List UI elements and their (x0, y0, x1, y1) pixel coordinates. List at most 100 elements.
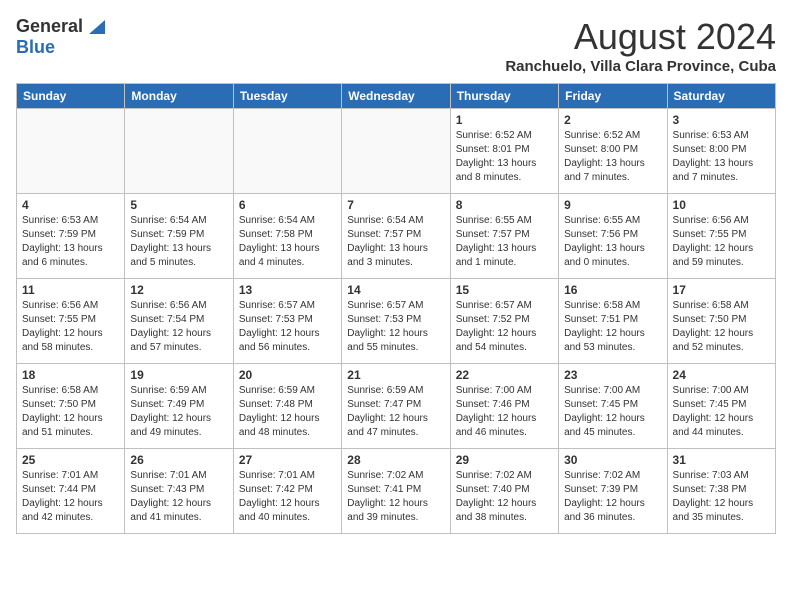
day-number: 1 (456, 113, 553, 127)
day-number: 29 (456, 453, 553, 467)
calendar-cell: 20 Sunrise: 6:59 AM Sunset: 7:48 PM Dayli… (233, 364, 341, 449)
calendar-cell (233, 109, 341, 194)
calendar-cell (17, 109, 125, 194)
calendar-cell: 25Sunrise: 7:01 AM Sunset: 7:44 PM Dayli… (17, 449, 125, 534)
day-info: Sunrise: 7:00 AM Sunset: 7:45 PM Dayligh… (564, 384, 661, 440)
day-number: 13 (239, 283, 336, 297)
calendar-day-header: Saturday (667, 84, 775, 109)
calendar-week-row: 4Sunrise: 6:53 AM Sunset: 7:59 PM Daylig… (17, 194, 776, 279)
calendar-cell: 11Sunrise: 6:56 AM Sunset: 7:55 PM Dayli… (17, 279, 125, 364)
day-number: 16 (564, 283, 661, 297)
calendar-week-row: 1 Sunrise: 6:52 AM Sunset: 8:01 PM Daylig… (17, 109, 776, 194)
day-info: Sunrise: 6:59 AM Sunset: 7:48 PM Dayligh… (239, 384, 336, 440)
day-info: Sunrise: 6:58 AM Sunset: 7:50 PM Dayligh… (673, 299, 770, 355)
day-info: Sunrise: 7:02 AM Sunset: 7:41 PM Dayligh… (347, 469, 444, 525)
calendar-header-row: SundayMondayTuesdayWednesdayThursdayFrid… (17, 84, 776, 109)
day-info: Sunrise: 6:56 AM Sunset: 7:54 PM Dayligh… (130, 299, 227, 355)
day-number: 20 (239, 368, 336, 382)
day-number: 3 (673, 113, 770, 127)
calendar-week-row: 18Sunrise: 6:58 AM Sunset: 7:50 PM Dayli… (17, 364, 776, 449)
day-number: 10 (673, 198, 770, 212)
month-title: August 2024 (505, 16, 776, 58)
day-number: 2 (564, 113, 661, 127)
calendar-day-header: Monday (125, 84, 233, 109)
calendar-cell: 7Sunrise: 6:54 AM Sunset: 7:57 PM Daylig… (342, 194, 450, 279)
day-number: 26 (130, 453, 227, 467)
calendar-cell: 2Sunrise: 6:52 AM Sunset: 8:00 PM Daylig… (559, 109, 667, 194)
calendar-cell: 13 Sunrise: 6:57 AM Sunset: 7:53 PM Dayli… (233, 279, 341, 364)
day-number: 6 (239, 198, 336, 212)
calendar-cell: 15 Sunrise: 6:57 AM Sunset: 7:52 PM Dayli… (450, 279, 558, 364)
day-number: 8 (456, 198, 553, 212)
day-info: Sunrise: 6:59 AM Sunset: 7:47 PM Dayligh… (347, 384, 444, 440)
logo: General Blue (16, 16, 105, 58)
day-number: 22 (456, 368, 553, 382)
calendar-cell: 5Sunrise: 6:54 AM Sunset: 7:59 PM Daylig… (125, 194, 233, 279)
day-number: 31 (673, 453, 770, 467)
calendar-cell: 10 Sunrise: 6:56 AM Sunset: 7:55 PM Dayli… (667, 194, 775, 279)
day-number: 4 (22, 198, 119, 212)
day-info: Sunrise: 7:02 AM Sunset: 7:40 PM Dayligh… (456, 469, 553, 525)
calendar-body: 1 Sunrise: 6:52 AM Sunset: 8:01 PM Daylig… (17, 109, 776, 534)
day-info: Sunrise: 6:53 AM Sunset: 8:00 PM Dayligh… (673, 129, 770, 185)
day-info: Sunrise: 6:56 AM Sunset: 7:55 PM Dayligh… (22, 299, 119, 355)
day-info: Sunrise: 6:54 AM Sunset: 7:58 PM Dayligh… (239, 214, 336, 270)
calendar-cell: 24 Sunrise: 7:00 AM Sunset: 7:45 PM Dayli… (667, 364, 775, 449)
calendar-cell (125, 109, 233, 194)
calendar-cell: 16 Sunrise: 6:58 AM Sunset: 7:51 PM Dayli… (559, 279, 667, 364)
calendar-cell: 18Sunrise: 6:58 AM Sunset: 7:50 PM Dayli… (17, 364, 125, 449)
day-info: Sunrise: 6:57 AM Sunset: 7:53 PM Dayligh… (239, 299, 336, 355)
logo-icon (85, 16, 105, 34)
day-info: Sunrise: 7:01 AM Sunset: 7:43 PM Dayligh… (130, 469, 227, 525)
calendar-cell: 17Sunrise: 6:58 AM Sunset: 7:50 PM Dayli… (667, 279, 775, 364)
day-number: 24 (673, 368, 770, 382)
calendar-cell: 12Sunrise: 6:56 AM Sunset: 7:54 PM Dayli… (125, 279, 233, 364)
calendar-day-header: Thursday (450, 84, 558, 109)
calendar-cell: 3 Sunrise: 6:53 AM Sunset: 8:00 PM Daylig… (667, 109, 775, 194)
calendar-cell: 21 Sunrise: 6:59 AM Sunset: 7:47 PM Dayli… (342, 364, 450, 449)
calendar-table: SundayMondayTuesdayWednesdayThursdayFrid… (16, 83, 776, 534)
logo-general-text: General (16, 16, 83, 37)
day-number: 19 (130, 368, 227, 382)
logo-blue-text: Blue (16, 37, 55, 58)
day-number: 9 (564, 198, 661, 212)
day-number: 27 (239, 453, 336, 467)
calendar-day-header: Friday (559, 84, 667, 109)
calendar-cell (342, 109, 450, 194)
calendar-cell: 29 Sunrise: 7:02 AM Sunset: 7:40 PM Dayli… (450, 449, 558, 534)
calendar-week-row: 25Sunrise: 7:01 AM Sunset: 7:44 PM Dayli… (17, 449, 776, 534)
day-number: 28 (347, 453, 444, 467)
day-number: 23 (564, 368, 661, 382)
location-title: Ranchuelo, Villa Clara Province, Cuba (505, 58, 776, 75)
day-info: Sunrise: 6:57 AM Sunset: 7:53 PM Dayligh… (347, 299, 444, 355)
day-number: 21 (347, 368, 444, 382)
day-number: 18 (22, 368, 119, 382)
calendar-cell: 30Sunrise: 7:02 AM Sunset: 7:39 PM Dayli… (559, 449, 667, 534)
calendar-cell: 28 Sunrise: 7:02 AM Sunset: 7:41 PM Dayli… (342, 449, 450, 534)
calendar-cell: 31 Sunrise: 7:03 AM Sunset: 7:38 PM Dayli… (667, 449, 775, 534)
day-number: 5 (130, 198, 227, 212)
day-number: 15 (456, 283, 553, 297)
day-info: Sunrise: 6:52 AM Sunset: 8:01 PM Dayligh… (456, 129, 553, 185)
calendar-cell: 6 Sunrise: 6:54 AM Sunset: 7:58 PM Daylig… (233, 194, 341, 279)
day-info: Sunrise: 7:00 AM Sunset: 7:45 PM Dayligh… (673, 384, 770, 440)
calendar-cell: 19Sunrise: 6:59 AM Sunset: 7:49 PM Dayli… (125, 364, 233, 449)
calendar-cell: 1 Sunrise: 6:52 AM Sunset: 8:01 PM Daylig… (450, 109, 558, 194)
day-number: 14 (347, 283, 444, 297)
day-info: Sunrise: 7:00 AM Sunset: 7:46 PM Dayligh… (456, 384, 553, 440)
day-info: Sunrise: 7:02 AM Sunset: 7:39 PM Dayligh… (564, 469, 661, 525)
page-header: General Blue August 2024 Ranchuelo, Vill… (16, 16, 776, 75)
calendar-day-header: Tuesday (233, 84, 341, 109)
day-number: 7 (347, 198, 444, 212)
day-info: Sunrise: 6:58 AM Sunset: 7:51 PM Dayligh… (564, 299, 661, 355)
calendar-cell: 9Sunrise: 6:55 AM Sunset: 7:56 PM Daylig… (559, 194, 667, 279)
day-info: Sunrise: 7:01 AM Sunset: 7:42 PM Dayligh… (239, 469, 336, 525)
calendar-cell: 22 Sunrise: 7:00 AM Sunset: 7:46 PM Dayli… (450, 364, 558, 449)
calendar-day-header: Sunday (17, 84, 125, 109)
day-info: Sunrise: 7:03 AM Sunset: 7:38 PM Dayligh… (673, 469, 770, 525)
day-info: Sunrise: 6:56 AM Sunset: 7:55 PM Dayligh… (673, 214, 770, 270)
calendar-cell: 8Sunrise: 6:55 AM Sunset: 7:57 PM Daylig… (450, 194, 558, 279)
calendar-cell: 4Sunrise: 6:53 AM Sunset: 7:59 PM Daylig… (17, 194, 125, 279)
day-info: Sunrise: 7:01 AM Sunset: 7:44 PM Dayligh… (22, 469, 119, 525)
day-info: Sunrise: 6:57 AM Sunset: 7:52 PM Dayligh… (456, 299, 553, 355)
